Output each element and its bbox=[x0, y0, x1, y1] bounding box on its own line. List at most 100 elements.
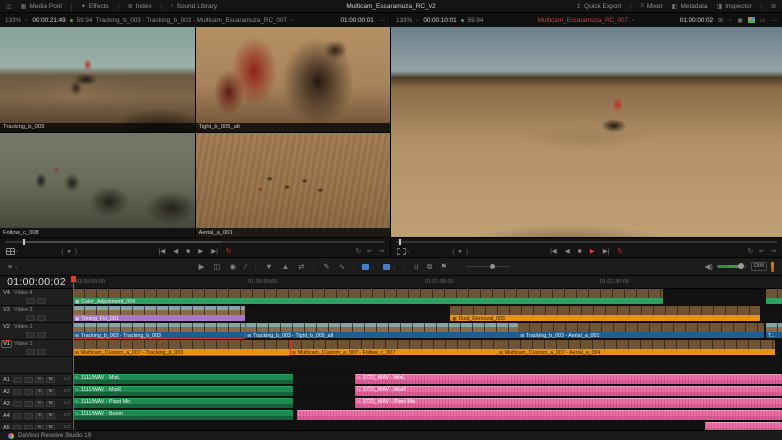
camera-cell-aerial[interactable]: Aerial_a_001 bbox=[196, 133, 391, 238]
track-header-A2[interactable]: A2SM2.0 bbox=[0, 386, 73, 397]
grab-still-icon[interactable]: ▣ bbox=[737, 17, 743, 24]
track-mute-button[interactable]: M bbox=[46, 413, 55, 419]
audio-clip[interactable]: ∿1721_WAV - Plant Mic bbox=[355, 398, 782, 408]
go-to-first-frame-button[interactable]: |◀ bbox=[159, 247, 166, 255]
trim-edit-mode-icon[interactable]: ◫ bbox=[213, 262, 220, 271]
effects-button[interactable]: ✦ Effects bbox=[81, 3, 109, 10]
panel-toggle-icon[interactable]: ◫ bbox=[6, 3, 12, 10]
track-solo-button[interactable]: S bbox=[35, 401, 44, 407]
track-header-A4[interactable]: A4SM2.0 bbox=[0, 410, 73, 421]
track-lock-button[interactable] bbox=[13, 425, 22, 431]
track-mute-button[interactable]: M bbox=[46, 389, 55, 395]
timeline-clip[interactable]: ⊞Multicam_Custom_a_007 - Tracking_b_003 bbox=[73, 340, 290, 355]
track-lock-button[interactable] bbox=[13, 413, 22, 419]
blade-tool-icon[interactable]: ∕ bbox=[245, 262, 246, 271]
inspector-button[interactable]: ◨ Inspector bbox=[717, 3, 752, 10]
marker-color-dropdown[interactable]: ⌄ bbox=[383, 264, 396, 270]
stop-button[interactable]: ■ bbox=[578, 248, 582, 255]
timeline-scrub-bar[interactable] bbox=[391, 237, 782, 245]
in-point-icon[interactable]: ⇤ bbox=[759, 247, 764, 255]
track-mute-button[interactable]: M bbox=[46, 377, 55, 383]
sound-library-button[interactable]: ♪ Sound Library bbox=[171, 3, 217, 10]
quick-export-button[interactable]: ↥ Quick Export bbox=[576, 3, 621, 10]
multicam-grid-icon[interactable]: ⊞ bbox=[718, 17, 723, 24]
timeline-clip[interactable]: ⊞Multicam_Custom_a_007 - Aerial_a_004 bbox=[497, 340, 775, 355]
go-to-first-frame-button[interactable]: |◀ bbox=[550, 247, 557, 255]
timeline-clip-duration[interactable]: 00:00:10:01 bbox=[423, 17, 456, 24]
go-to-last-frame-button[interactable]: ▶| bbox=[603, 247, 610, 255]
timeline-zoom-dropdown[interactable]: 133% ⌄ bbox=[396, 17, 419, 24]
timeline-viewer-stage[interactable] bbox=[391, 27, 782, 237]
source-scrub-bar[interactable] bbox=[0, 237, 390, 245]
out-point-icon[interactable]: ⇥ bbox=[771, 247, 776, 255]
source-options-ellipsis[interactable]: ··· bbox=[379, 17, 385, 24]
index-button[interactable]: ≣ Index bbox=[128, 3, 152, 10]
timeline-clip[interactable]: ▦Dust_Removal_003 bbox=[450, 306, 760, 321]
track-mute-button[interactable]: M bbox=[46, 401, 55, 407]
timeline-options-button[interactable]: ≡ ⌄ bbox=[8, 262, 19, 271]
track-enable-button[interactable] bbox=[24, 401, 33, 407]
scopes-icon[interactable] bbox=[748, 17, 755, 23]
source-zoom-dropdown[interactable]: 133% ⌄ bbox=[5, 17, 28, 24]
audio-clip[interactable]: ∿1111/WAV - Plant Mic bbox=[73, 398, 293, 408]
audio-clip[interactable]: ∿1721_WAV - MixL bbox=[355, 374, 782, 384]
track-enable-button[interactable] bbox=[24, 413, 33, 419]
master-timecode[interactable]: 01:00:00:02 bbox=[0, 276, 73, 288]
track-lock-button[interactable] bbox=[13, 377, 22, 383]
camera-cell-follow[interactable]: Follow_c_008 bbox=[0, 133, 195, 238]
flag-clip-icon[interactable]: ⚑ bbox=[440, 262, 447, 271]
flag-color-dropdown[interactable]: ⌄ bbox=[362, 264, 375, 270]
track-enable-button[interactable] bbox=[37, 298, 46, 304]
track-lock-button[interactable] bbox=[26, 349, 35, 355]
audio-clip[interactable] bbox=[705, 422, 782, 430]
in-point-icon[interactable]: ⇤ bbox=[367, 247, 372, 255]
viewer-mode-icon[interactable] bbox=[397, 248, 406, 255]
track-enable-button[interactable] bbox=[24, 425, 33, 431]
cinema-viewer-icon[interactable]: ▭ bbox=[760, 17, 766, 24]
zoom-slider-knob[interactable] bbox=[490, 264, 495, 269]
track-enable-button[interactable] bbox=[37, 349, 46, 355]
timeline-clip[interactable]: ⊞Multicam_Custom_a_007 - Follow_c_007 bbox=[290, 340, 497, 355]
speaker-icon[interactable]: ◀) bbox=[705, 262, 713, 271]
audio-clip[interactable]: ∿1721_WAV - MixR bbox=[355, 386, 782, 396]
track-lock-button[interactable] bbox=[13, 389, 22, 395]
audio-clip[interactable]: ∿1111/WAV - MixL bbox=[73, 374, 293, 384]
insert-clip-icon[interactable]: ▼ bbox=[265, 262, 272, 271]
pen-tool-icon[interactable]: ✎ bbox=[323, 262, 329, 271]
track-solo-button[interactable]: S bbox=[35, 413, 44, 419]
metadata-button[interactable]: ◧ Metadata bbox=[672, 3, 708, 10]
loop-range-icon[interactable]: ↻ bbox=[748, 247, 753, 255]
track-enable-button[interactable] bbox=[37, 332, 46, 338]
source-clip-title-dropdown[interactable]: Tracking_b_003 - Tracking_b_003 - Multic… bbox=[96, 17, 294, 24]
camera-cell-tracking[interactable]: Tracking_b_003 bbox=[0, 27, 195, 132]
track-header-x[interactable] bbox=[0, 357, 73, 373]
linked-selection-icon[interactable]: ⧉ bbox=[427, 262, 432, 272]
timeline-clip[interactable] bbox=[766, 289, 782, 304]
source-timecode[interactable]: 01:00:00:01 bbox=[340, 17, 373, 24]
track-solo-button[interactable]: S bbox=[35, 389, 44, 395]
track-header-A5[interactable]: A5SM2.0 bbox=[0, 422, 73, 430]
mixer-button[interactable]: ≡ Mixer bbox=[640, 3, 662, 10]
timeline-clip[interactable]: ⊞Tracking_b_003 - Tight_b_005_alt bbox=[245, 323, 518, 338]
play-button[interactable]: ▶ bbox=[590, 247, 595, 255]
timeline-playhead[interactable] bbox=[73, 276, 74, 430]
timeline-ruler-content[interactable]: 01:00:00:0001:00:30:0001:01:00:0001:01:3… bbox=[73, 276, 782, 288]
loop-button[interactable]: ↻ bbox=[617, 247, 622, 255]
go-to-last-frame-button[interactable]: ▶| bbox=[211, 247, 218, 255]
media-pool-button[interactable]: ▦ Media Pool bbox=[21, 3, 62, 10]
source-clip-duration[interactable]: 00:00:21:49 bbox=[32, 17, 65, 24]
track-header-V2[interactable]: V2Video 2 bbox=[0, 323, 73, 339]
jog-control[interactable]: ( ● ) bbox=[61, 248, 78, 255]
loop-button[interactable]: ↻ bbox=[226, 247, 231, 255]
track-mute-button[interactable]: M bbox=[46, 425, 55, 431]
track-solo-button[interactable]: S bbox=[35, 425, 44, 431]
timeline-timecode[interactable]: 01:00:00:02 bbox=[680, 17, 713, 24]
track-lock-button[interactable] bbox=[26, 298, 35, 304]
stop-button[interactable]: ■ bbox=[186, 248, 190, 255]
track-lock-button[interactable] bbox=[26, 332, 35, 338]
layout-grid-icon[interactable]: ⊞ bbox=[771, 3, 776, 10]
dim-button[interactable]: DIM bbox=[751, 262, 767, 271]
retime-curve-icon[interactable]: ∿ bbox=[339, 262, 345, 271]
jog-control[interactable]: ( ● ) bbox=[452, 248, 469, 255]
timeline-clip[interactable]: T... bbox=[766, 323, 782, 338]
